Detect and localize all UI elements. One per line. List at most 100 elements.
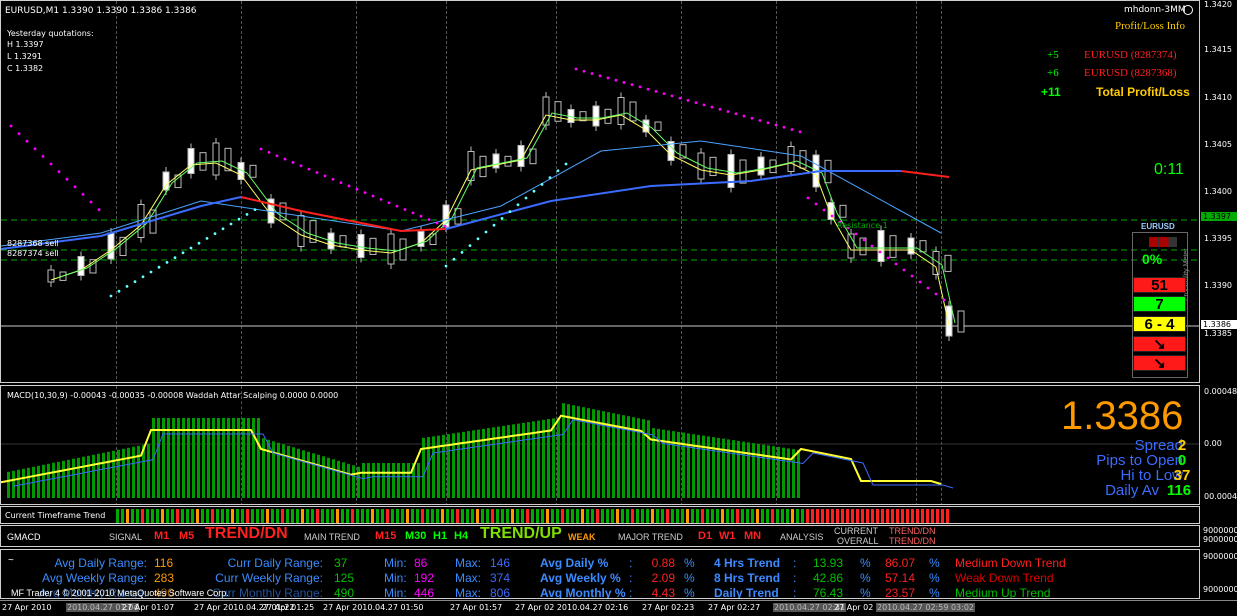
sar-dot (702, 103, 706, 107)
candle (839, 204, 847, 218)
sar-dot (718, 107, 722, 111)
sar-dot (452, 257, 456, 261)
trend-bar-segment (536, 509, 539, 523)
price-box-current: 1.3386 (1201, 320, 1237, 329)
trend-bar-segment (756, 509, 759, 523)
sar-dot (141, 275, 145, 279)
meter-vertical-label: Probability Meter (1183, 248, 1190, 301)
price-tick: 1.3400 (1204, 187, 1232, 196)
trend-8h-dn-pct: 57.14 (885, 571, 916, 585)
price-tick: 1.3420 (1204, 0, 1232, 9)
candle (387, 233, 395, 265)
macd-histogram-bar (302, 450, 305, 498)
weekly-min-label: Min: (384, 571, 407, 585)
macd-histogram-bar (682, 432, 685, 498)
macd-histogram-bar (777, 446, 780, 498)
macd-histogram-bar (757, 443, 760, 498)
macd-histogram-bar (427, 437, 430, 498)
sar-dot (245, 213, 249, 216)
price-chart-pane[interactable]: EURUSD,M1 1.3390 1.3390 1.3386 1.3386 Ye… (0, 0, 1200, 383)
macd-histogram-bar (672, 431, 675, 498)
trend-bar-segment (166, 509, 169, 523)
trend-bar-segment (426, 509, 429, 523)
macd-histogram-bar (737, 440, 740, 498)
candle (579, 111, 587, 122)
macd-histogram-bar (417, 463, 420, 498)
sar-dot (582, 69, 586, 73)
macd-histogram-bar (697, 434, 700, 498)
trend-bar-segment (676, 509, 679, 523)
candle (369, 237, 377, 255)
sar-dot (189, 246, 193, 250)
meter-bars (1149, 237, 1177, 247)
macd-histogram-bar (447, 434, 450, 498)
macd-histogram-bar (47, 463, 50, 498)
sar-dot (443, 224, 447, 228)
sar-dot (395, 204, 399, 208)
sar-dot (253, 208, 257, 212)
macd-histogram-bar (772, 446, 775, 498)
trend-bar-segment (621, 509, 624, 523)
trend-bar-segment (211, 509, 214, 523)
trend-bar-segment (716, 509, 719, 523)
time-label: 27 Apr 01:25 (262, 603, 315, 612)
trend-bar-segment (371, 509, 374, 523)
sar-dot (267, 150, 271, 154)
trend-scale-tick: 9000000 (1203, 526, 1237, 535)
trend-bar-segment (276, 509, 279, 523)
macd-histogram-bar (337, 460, 340, 498)
trend-daily-up-unit: % (860, 586, 871, 599)
yesterday-low: L 1.3291 (7, 52, 42, 61)
trend-daily-dn-pct: 23.57 (885, 586, 916, 599)
trend-bar-segment (876, 509, 879, 523)
gmacd-h1: H1 (433, 530, 448, 542)
macd-histogram-bar (397, 463, 400, 498)
macd-histogram-bar (332, 459, 335, 498)
trend-bar-segment (441, 509, 444, 523)
meter-box-2: 7 (1133, 296, 1186, 313)
macd-pane[interactable]: MACD(10,30,9) -0.00043 -0.00035 -0.00008… (0, 385, 1200, 505)
avg-monthly-pct-unit: % (684, 586, 695, 599)
avg-weekly-pct-label: Avg Weekly % (540, 571, 621, 585)
sar-dot (758, 119, 762, 122)
info-daily-av-value: 116 (1166, 482, 1192, 499)
sar-dot (468, 244, 472, 248)
macd-histogram-bar (362, 463, 365, 498)
trend-bar-segment (436, 509, 439, 523)
trend-bar-segment (461, 509, 464, 523)
trend-bar-segment (726, 509, 729, 523)
ema-line-4 (900, 170, 950, 178)
macd-histogram-bar (382, 463, 385, 498)
macd-histogram-bar (257, 418, 260, 498)
trend-bar-segment (216, 509, 219, 523)
trend-bar-segment (741, 509, 744, 523)
sar-dot (97, 208, 101, 212)
trend-bar-pane[interactable]: Current Timeframe Trend (0, 506, 1200, 524)
candle (199, 152, 207, 171)
avg-weekly-pct-colon: : (629, 571, 633, 585)
sar-dot (516, 203, 520, 207)
trend-bar-segment (316, 509, 319, 523)
trend-bar-segment (936, 509, 939, 523)
sar-dot (590, 72, 594, 75)
trend-bar-segment (836, 509, 839, 523)
time-label-highlight: 2010.04.27 02:59 03:02 (876, 603, 975, 612)
gmacd-pane[interactable]: GMACD SIGNAL M1 M5 TREND/DN MAIN TREND M… (0, 525, 1200, 547)
macd-histogram-bar (17, 469, 20, 498)
gmacd-scale-tick: 9000000 (1203, 535, 1237, 544)
trend-bar-segment (401, 509, 404, 523)
macd-histogram-bar (687, 433, 690, 498)
trend-bar-segment (156, 509, 159, 523)
gmacd-m30: M30 (405, 530, 427, 542)
trend-bar-segment (221, 509, 224, 523)
candle (654, 121, 662, 131)
trend-bar-segment (871, 509, 874, 523)
stats-pane[interactable]: ~ MF Trader 4 © 2001-2010 MetaQuotes Sof… (0, 549, 1200, 599)
trend-8h-text: Weak Down Trend (955, 571, 1054, 585)
sar-dot (500, 217, 504, 220)
trend-8h-colon: : (793, 571, 797, 585)
macd-histogram-bar (712, 437, 715, 498)
monthly-min-label: Min: (384, 586, 407, 599)
trend-bar-segment (801, 509, 804, 523)
weekly-min-value: 192 (414, 571, 435, 585)
